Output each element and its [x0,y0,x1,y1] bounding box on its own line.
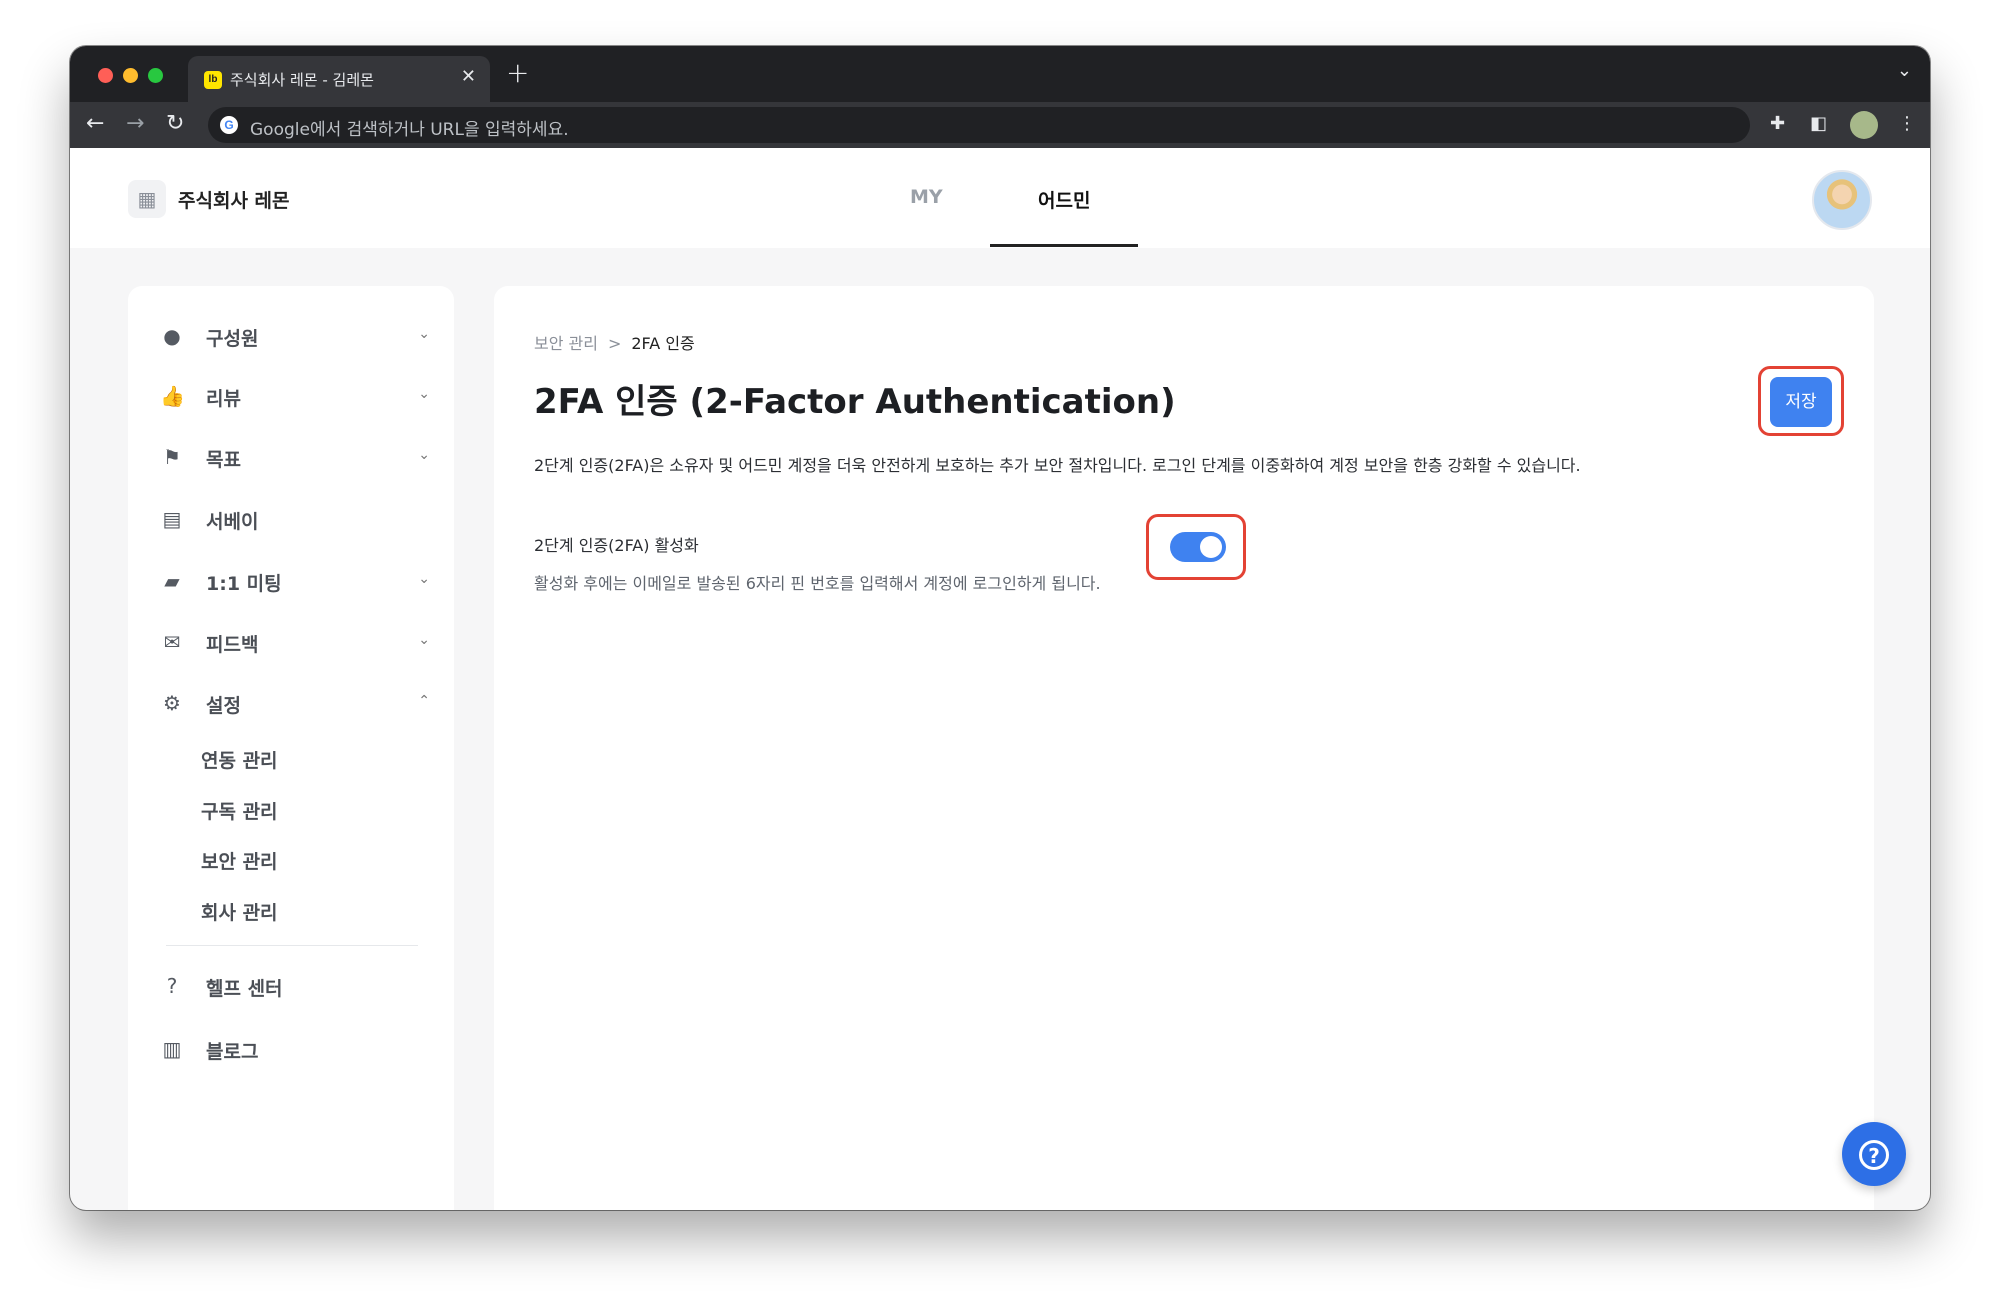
page-title: 2FA 인증 (2-Factor Authentication) [534,382,1176,422]
help-fab-button[interactable]: ? [1842,1122,1906,1186]
tab-favicon-icon: lb [204,71,222,89]
more-menu-icon[interactable]: ⋮ [1898,113,1916,134]
document-icon: ▤ [162,507,182,531]
sidebar-subitem-security[interactable]: 보안 관리 [201,847,278,874]
browser-titlebar: lb 주식회사 레몬 - 김레몬 ✕ + ⌄ [70,46,1930,102]
sidebar-item-label: 블로그 [206,1041,259,1063]
sidebar-item-survey[interactable]: ▤ 서베이 [160,505,430,535]
main-content: 보안 관리 >2FA 인증 2FA 인증 (2-Factor Authentica… [494,286,1874,1210]
2fa-toggle[interactable] [1170,532,1226,562]
reload-icon[interactable]: ↻ [166,111,184,136]
chevron-down-icon: ⌄ [418,447,430,463]
avatar[interactable] [1812,170,1872,230]
page-description: 2단계 인증(2FA)은 소유자 및 어드민 계정을 더욱 안전하게 보호하는 … [534,456,1581,475]
chevron-down-icon: ⌄ [418,326,430,342]
2fa-setting-help: 활성화 후에는 이메일로 발송된 6자리 핀 번호를 입력해서 계정에 로그인하… [534,574,1101,593]
sidebar-item-members[interactable]: ● 구성원 ⌄ [160,322,430,352]
new-tab-icon[interactable]: + [506,56,529,89]
sidebar-subitem-integrations[interactable]: 연동 관리 [201,746,278,773]
breadcrumb: 보안 관리 >2FA 인증 [534,330,695,354]
sidebar-divider [166,945,418,946]
close-window-button[interactable] [98,68,113,83]
sidebar-item-blog[interactable]: ▥ 블로그 [160,1035,430,1065]
question-icon: ? [1859,1139,1889,1170]
app-header: ▦ 주식회사 레몬 MY 어드민 [70,148,1930,248]
tab-admin[interactable]: 어드민 [1038,186,1090,213]
sidebar-item-label: 피드백 [206,634,259,656]
tab-close-icon[interactable]: ✕ [461,66,476,87]
sidebar-item-goals[interactable]: ⚑ 목표 ⌄ [160,443,430,473]
flag-icon: ⚑ [163,445,181,469]
back-icon[interactable]: ← [86,111,104,136]
chevron-down-icon: ⌄ [418,632,430,648]
sidebar-item-label: 헬프 센터 [206,978,283,1000]
sidebar-item-label: 1:1 미팅 [206,573,282,595]
google-icon: G [220,116,238,134]
sidebar-item-label: 구성원 [206,328,259,350]
address-bar-placeholder: Google에서 검색하거나 URL을 입력하세요. [250,120,569,140]
browser-window: lb 주식회사 레몬 - 김레몬 ✕ + ⌄ ← → ↻ G Google에서 … [70,46,1930,1210]
sidebar-item-meeting[interactable]: ▰ 1:1 미팅 ⌄ [160,567,430,597]
tab-title: 주식회사 레몬 - 김레몬 [230,71,374,89]
gear-icon: ⚙ [163,691,181,715]
minimize-window-button[interactable] [123,68,138,83]
building-icon: ▦ [128,180,166,218]
book-icon: ▥ [162,1037,182,1061]
sidebar-item-label: 설정 [206,695,241,717]
tab-my[interactable]: MY [910,186,943,208]
sidebar-item-label: 리뷰 [206,388,241,410]
help-icon: ? [166,974,178,998]
sidebar-subitem-company[interactable]: 회사 관리 [201,898,278,925]
2fa-setting-label: 2단계 인증(2FA) 활성화 [534,536,699,555]
extensions-icon[interactable]: ✚ [1770,113,1785,134]
thumbs-up-icon: 👍 [160,384,185,408]
breadcrumb-parent[interactable]: 보안 관리 [534,334,598,353]
toggle-knob [1200,536,1222,558]
breadcrumb-current: 2FA 인증 [631,334,695,353]
person-icon: ● [163,324,181,348]
profile-icon[interactable] [1850,111,1878,139]
active-tab-indicator [990,244,1138,247]
forward-icon[interactable]: → [126,111,144,136]
sidebar-item-label: 서베이 [206,511,259,533]
chat-icon: ▰ [164,569,180,593]
chevron-down-icon: ⌄ [418,386,430,402]
sidebar-item-review[interactable]: 👍 리뷰 ⌄ [160,382,430,412]
side-panel-icon[interactable]: ◧ [1810,113,1827,134]
browser-toolbar: ← → ↻ G Google에서 검색하거나 URL을 입력하세요. ✚ ◧ ⋮ [70,102,1930,148]
sidebar-item-settings[interactable]: ⚙ 설정 ⌃ [160,689,430,719]
breadcrumb-separator: > [607,334,622,353]
chevron-down-icon[interactable]: ⌄ [1897,60,1912,81]
sidebar-item-label: 목표 [206,449,241,471]
sidebar: ● 구성원 ⌄ 👍 리뷰 ⌄ ⚑ 목표 ⌄ ▤ 서베이 ▰ 1:1 미팅 ⌄ ✉… [128,286,454,1210]
sidebar-item-feedback[interactable]: ✉ 피드백 ⌄ [160,628,430,658]
sidebar-item-help-center[interactable]: ? 헬프 센터 [160,972,430,1002]
chevron-down-icon: ⌄ [418,571,430,587]
company-name[interactable]: 주식회사 레몬 [178,186,290,213]
browser-tab[interactable]: lb 주식회사 레몬 - 김레몬 ✕ [188,56,490,102]
save-button[interactable]: 저장 [1770,377,1832,427]
address-bar[interactable]: G Google에서 검색하거나 URL을 입력하세요. [208,107,1750,143]
chevron-up-icon: ⌃ [418,693,430,709]
maximize-window-button[interactable] [148,68,163,83]
mail-icon: ✉ [163,630,181,654]
sidebar-subitem-subscription[interactable]: 구독 관리 [201,797,278,824]
